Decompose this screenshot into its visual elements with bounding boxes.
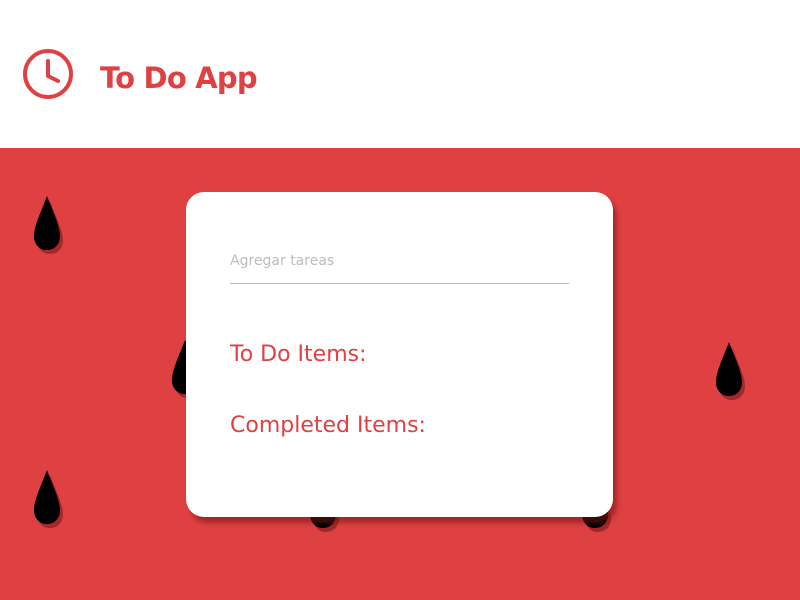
- app-header: To Do App: [0, 0, 800, 148]
- add-task-input[interactable]: [230, 244, 569, 284]
- completed-items-heading: Completed Items:: [230, 413, 426, 438]
- todo-items-heading: To Do Items:: [230, 342, 367, 367]
- seed-decoration: [716, 342, 745, 400]
- todo-card: To Do Items: Completed Items:: [186, 192, 613, 517]
- clock-icon: [23, 49, 73, 99]
- seed-decoration: [34, 470, 63, 528]
- seed-decoration: [34, 196, 63, 254]
- app-title: To Do App: [100, 61, 258, 95]
